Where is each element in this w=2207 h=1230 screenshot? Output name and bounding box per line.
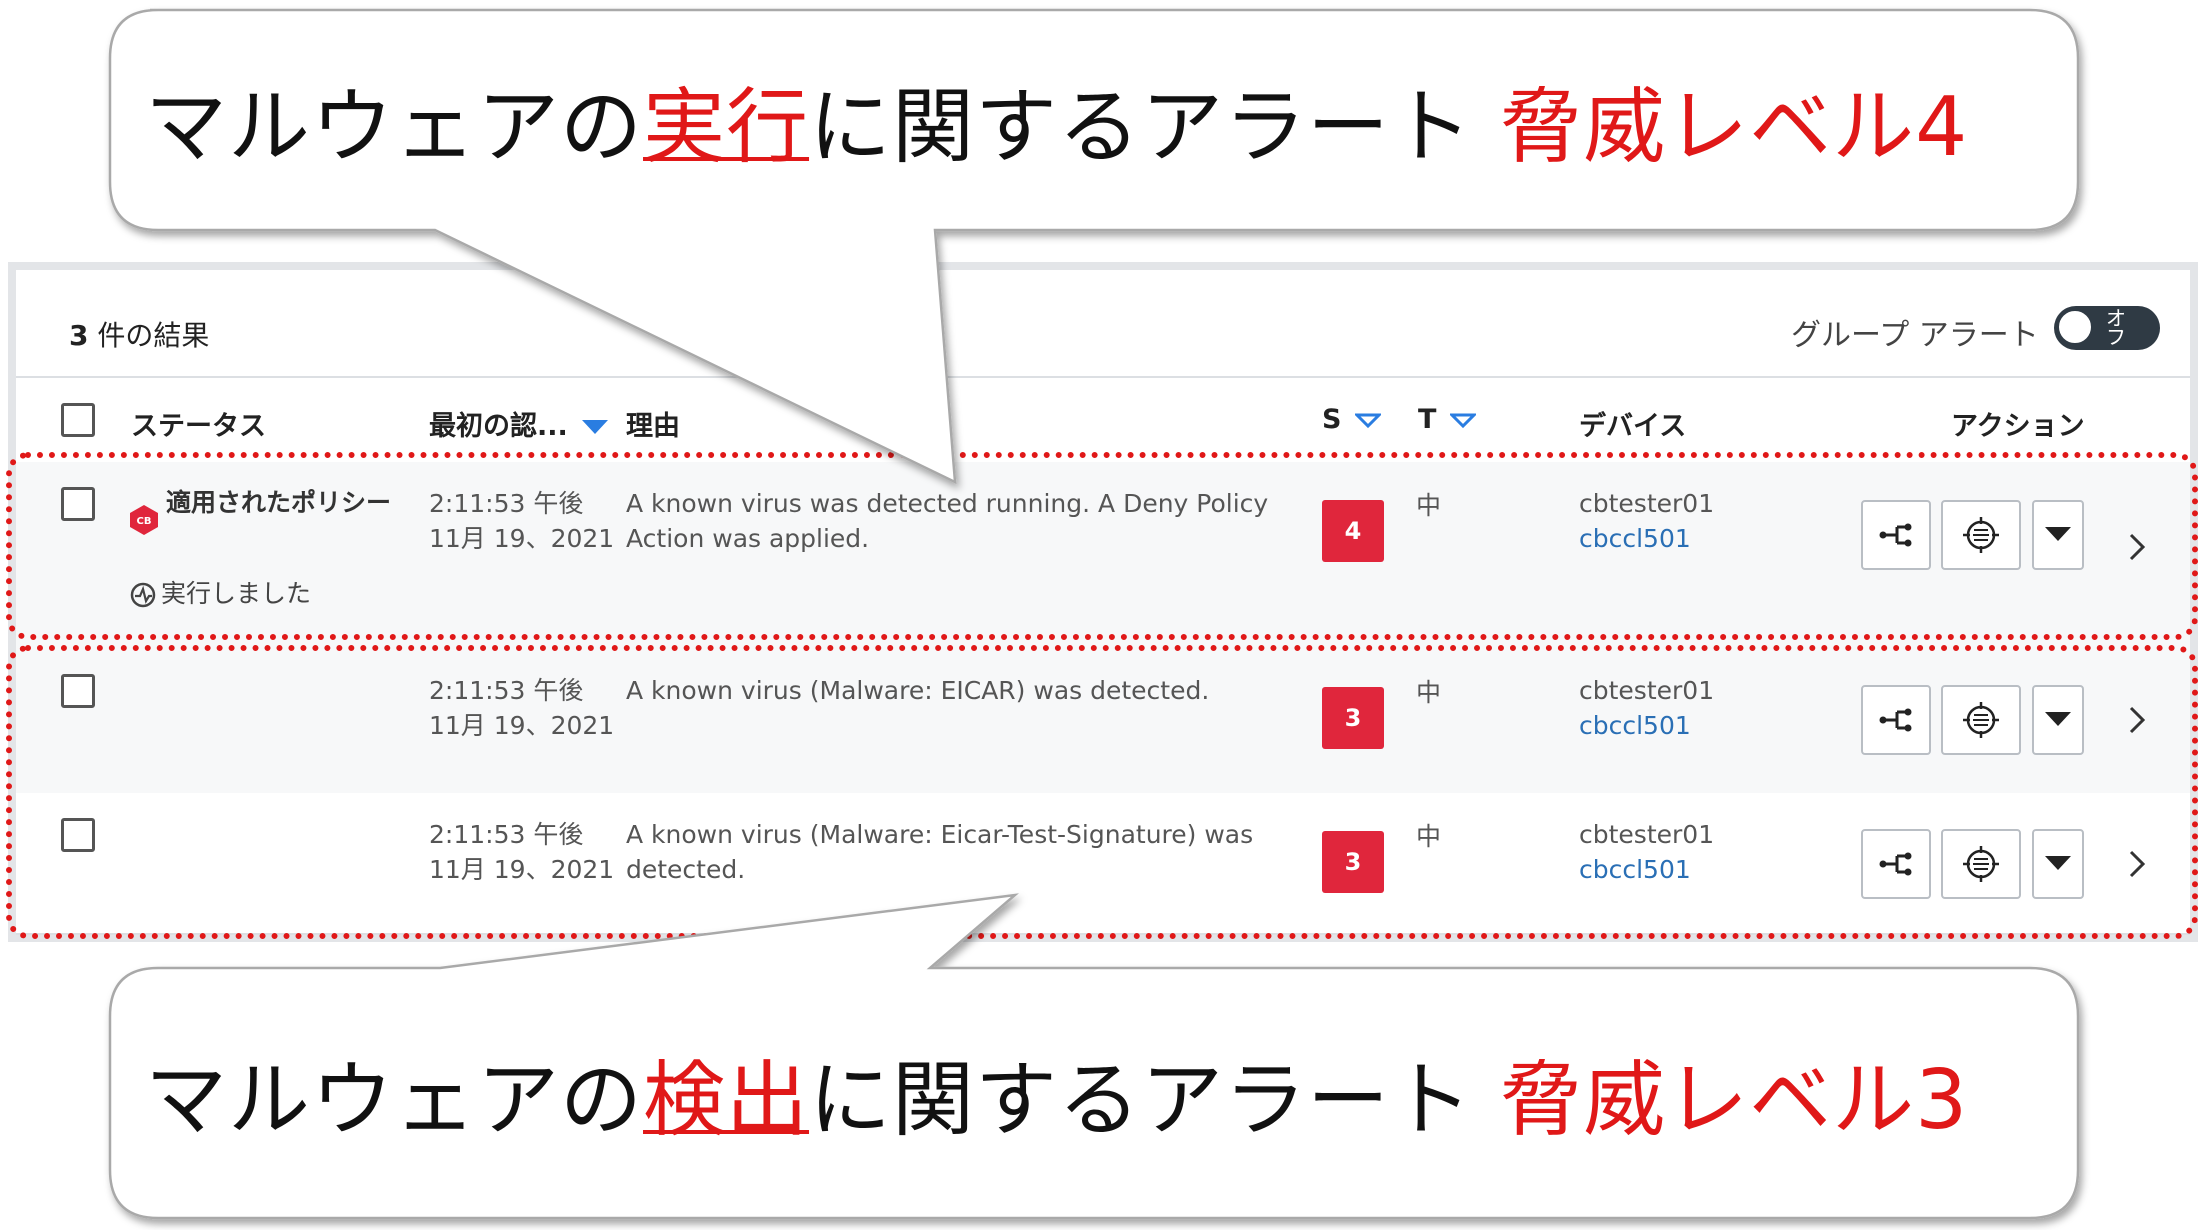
callout-bottom-emphasis: 検出 (643, 1053, 810, 1148)
callout-bottom-middle: に関するアラート (809, 1053, 1501, 1148)
callout-bottom-prefix: マルウェアの (145, 1053, 644, 1148)
callout-bottom-text: マルウェアの検出に関するアラート 脅威レベル3 (145, 1033, 1968, 1152)
callout-top-level: 脅威レベル4 (1500, 80, 1969, 175)
callout-bottom-level: 脅威レベル3 (1500, 1053, 1969, 1148)
callout-top-middle: に関するアラート (809, 80, 1501, 175)
callout-top-text: マルウェアの実行に関するアラート 脅威レベル4 (145, 60, 1968, 179)
callout-top-prefix: マルウェアの (145, 80, 644, 175)
callout-top-emphasis: 実行 (643, 80, 810, 175)
